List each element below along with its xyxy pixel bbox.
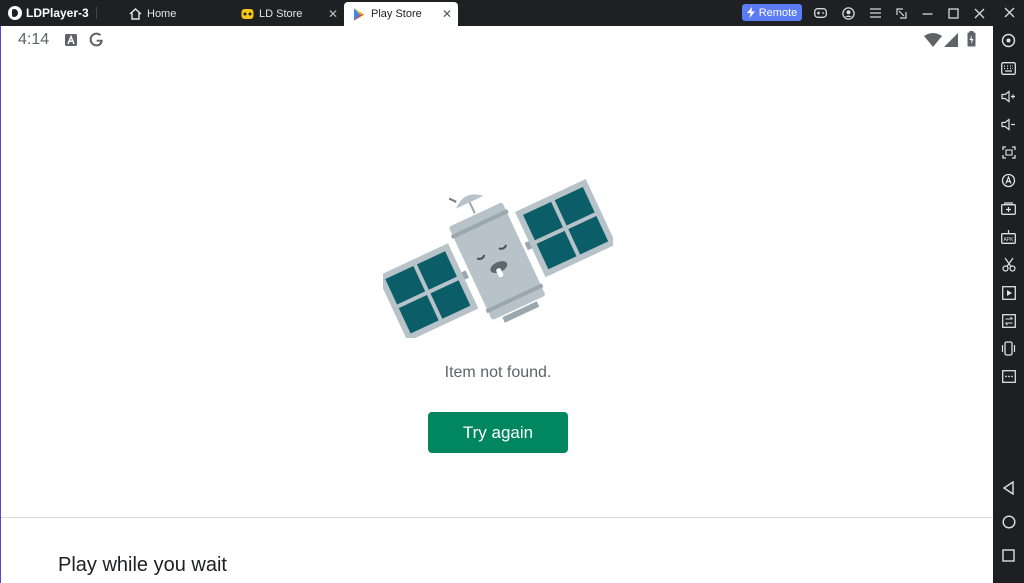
emulator-screen[interactable]: 4:14 Item not found. Try again Play whil… xyxy=(0,26,993,583)
menu-icon[interactable] xyxy=(867,5,883,21)
svg-text:APK: APK xyxy=(1003,237,1014,243)
record-icon[interactable] xyxy=(1000,284,1017,301)
play-store-icon xyxy=(352,7,366,21)
remote-label: Remote xyxy=(758,6,798,19)
lightning-icon xyxy=(746,7,755,18)
tab-home[interactable]: Home xyxy=(122,2,232,26)
resize-icon[interactable] xyxy=(893,5,909,21)
tab-label: Home xyxy=(147,8,177,20)
home-nav-icon[interactable] xyxy=(1000,513,1017,530)
title-bar: LDPlayer-3 Home LD Store ✕ Play Store ✕ … xyxy=(0,0,1024,26)
apk-install-icon[interactable]: APK xyxy=(1000,228,1017,245)
a-notification-icon xyxy=(65,33,77,51)
collapse-sidebar-icon[interactable] xyxy=(1001,4,1017,20)
divider xyxy=(96,7,97,19)
close-tab-icon[interactable]: ✕ xyxy=(442,7,452,21)
status-time: 4:14 xyxy=(18,31,50,48)
try-again-button[interactable]: Try again xyxy=(428,412,568,453)
section-title: Play while you wait xyxy=(58,554,227,576)
recent-apps-icon[interactable] xyxy=(1000,547,1017,564)
tab-play-store[interactable]: Play Store ✕ xyxy=(344,2,458,26)
ld-store-icon xyxy=(240,7,254,21)
minimize-icon[interactable] xyxy=(919,5,935,21)
maximize-icon[interactable] xyxy=(945,5,961,21)
gamepad-icon[interactable] xyxy=(812,5,828,21)
add-screen-icon[interactable] xyxy=(1000,200,1017,217)
screenshot-icon[interactable] xyxy=(1000,144,1017,161)
home-icon xyxy=(128,7,142,21)
shake-icon[interactable] xyxy=(1000,340,1017,357)
android-status-bar: 4:14 xyxy=(1,26,993,54)
volume-down-icon[interactable] xyxy=(1000,116,1017,133)
close-icon[interactable] xyxy=(971,5,987,21)
volume-up-icon[interactable] xyxy=(1000,88,1017,105)
close-tab-icon[interactable]: ✕ xyxy=(328,7,338,21)
sync-icon[interactable] xyxy=(1000,312,1017,329)
more-icon[interactable] xyxy=(1000,368,1017,385)
ldplayer-logo-icon xyxy=(8,6,22,20)
auto-click-icon[interactable] xyxy=(1000,172,1017,189)
tab-ld-store[interactable]: LD Store ✕ xyxy=(234,2,344,26)
error-message: Item not found. xyxy=(444,364,552,381)
wifi-icon xyxy=(924,33,942,52)
app-brand[interactable]: LDPlayer-3 xyxy=(8,4,89,22)
tab-label: Play Store xyxy=(371,8,422,20)
tab-label: LD Store xyxy=(259,8,303,20)
app-name: LDPlayer-3 xyxy=(26,6,89,20)
account-icon[interactable] xyxy=(840,5,856,21)
battery-icon xyxy=(967,31,976,52)
satellite-illustration xyxy=(383,179,613,338)
keyboard-icon[interactable] xyxy=(1000,60,1017,77)
remote-button[interactable]: Remote xyxy=(742,4,802,21)
section-divider xyxy=(1,517,993,518)
scissors-icon[interactable] xyxy=(1000,256,1017,273)
settings-icon[interactable] xyxy=(1000,32,1017,49)
signal-icon xyxy=(944,33,958,52)
back-icon[interactable] xyxy=(1000,479,1017,496)
emulator-toolbar: APK xyxy=(993,26,1024,583)
google-icon xyxy=(88,31,105,53)
